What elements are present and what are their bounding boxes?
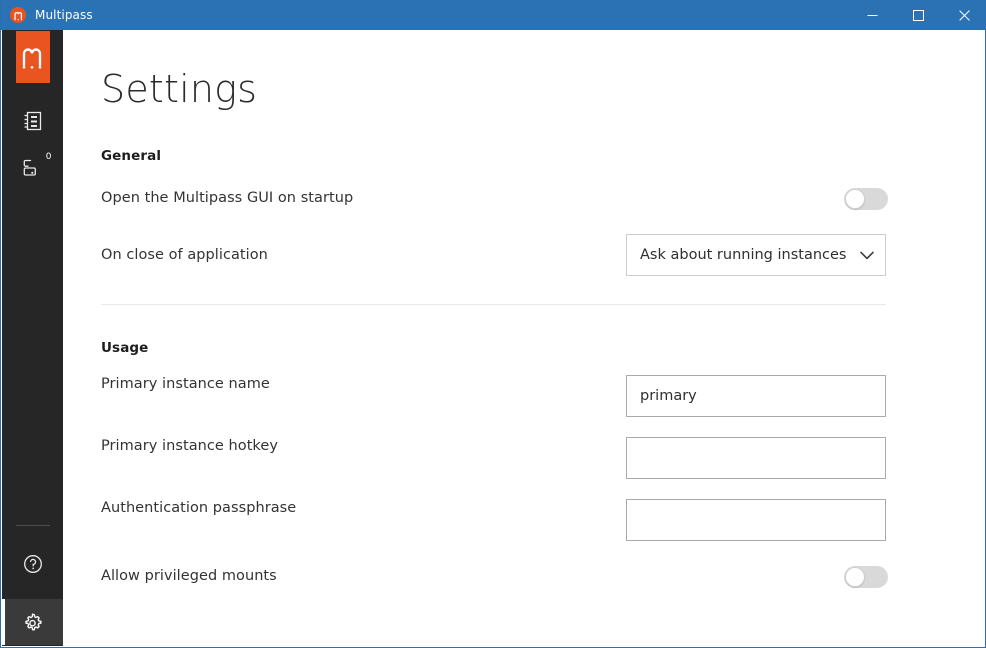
window-title: Multipass [35,8,93,22]
multipass-m-logo-icon [22,48,41,69]
label-open-gui-on-startup: Open the Multipass GUI on startup [101,190,354,206]
settings-content: Settings General Open the Multipass GUI … [63,30,985,646]
label-primary-instance-name: Primary instance name [101,376,270,392]
title-bar: Multipass [1,0,985,30]
title-bar-left: Multipass [1,0,849,30]
toggle-open-gui-on-startup[interactable] [844,188,888,210]
section-divider [101,304,886,305]
close-button[interactable] [941,0,985,30]
sidebar: 0 [2,30,63,646]
sidebar-item-catalogue[interactable] [2,98,63,144]
help-circle-icon [20,552,46,576]
close-icon [958,9,970,21]
primary-instance-hotkey-input[interactable] [626,437,886,479]
page-title: Settings [101,67,258,111]
toggle-knob [845,189,865,209]
sidebar-divider [15,525,50,526]
chevron-down-icon [860,251,874,259]
catalogue-icon [20,109,46,133]
gear-icon [20,610,46,634]
label-authentication-passphrase: Authentication passphrase [101,500,297,516]
primary-instance-name-input[interactable] [626,375,886,417]
label-primary-instance-hotkey: Primary instance hotkey [101,438,278,454]
maximize-icon [912,9,924,21]
multipass-window: Multipass 0 Settings General Open the Mu… [0,0,986,648]
sidebar-item-help[interactable] [2,541,63,587]
toggle-knob [845,567,865,587]
instances-badge: 0 [45,152,52,162]
authentication-passphrase-input[interactable] [626,499,886,541]
select-on-close-value: Ask about running instances [640,247,847,263]
multipass-logo-icon [10,7,26,23]
toggle-allow-privileged-mounts[interactable] [844,566,888,588]
section-header-general: General [101,148,162,164]
sidebar-item-settings[interactable] [2,599,63,645]
label-allow-privileged-mounts: Allow privileged mounts [101,568,277,584]
sidebar-logo [15,31,50,83]
window-controls [849,0,985,30]
minimize-button[interactable] [849,0,895,30]
maximize-button[interactable] [895,0,941,30]
minimize-icon [867,14,877,16]
sidebar-item-instances[interactable]: 0 [2,145,63,191]
instances-icon: 0 [20,153,52,180]
label-on-close-of-application: On close of application [101,247,268,263]
select-on-close-of-application[interactable]: Ask about running instances [626,234,886,276]
section-header-usage: Usage [101,340,149,356]
